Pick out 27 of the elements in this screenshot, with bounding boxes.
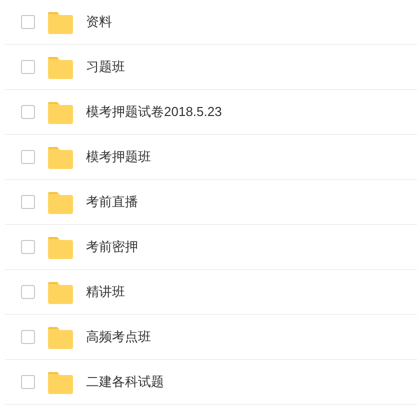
folder-name[interactable]: 精讲班	[86, 282, 125, 302]
folder-icon	[47, 370, 74, 394]
folder-icon	[47, 56, 74, 78]
folder-name[interactable]: 二建各科试题	[86, 372, 164, 392]
checkbox[interactable]	[21, 240, 35, 254]
folder-name[interactable]: 模考押题班	[86, 147, 151, 167]
checkbox[interactable]	[21, 285, 35, 299]
folder-name[interactable]: 资料	[86, 12, 112, 32]
checkbox[interactable]	[21, 375, 35, 389]
folder-icon	[47, 10, 74, 34]
checkbox[interactable]	[21, 150, 35, 164]
folder-icon	[47, 236, 74, 258]
folder-name[interactable]: 习题班	[86, 57, 125, 77]
folder-icon	[47, 190, 74, 214]
checkbox[interactable]	[21, 60, 35, 74]
folder-icon	[47, 146, 74, 168]
folder-name[interactable]: 考前密押	[86, 237, 138, 257]
folder-icon	[47, 326, 74, 348]
checkbox[interactable]	[21, 195, 35, 209]
checkbox[interactable]	[21, 105, 35, 119]
folder-icon	[47, 280, 74, 304]
folder-name[interactable]: 高频考点班	[86, 327, 151, 347]
folder-name[interactable]: 模考押题试卷2018.5.23	[86, 102, 222, 122]
checkbox[interactable]	[21, 330, 35, 344]
folder-name[interactable]: 考前直播	[86, 192, 138, 212]
checkbox[interactable]	[21, 15, 35, 29]
folder-icon	[47, 100, 74, 124]
